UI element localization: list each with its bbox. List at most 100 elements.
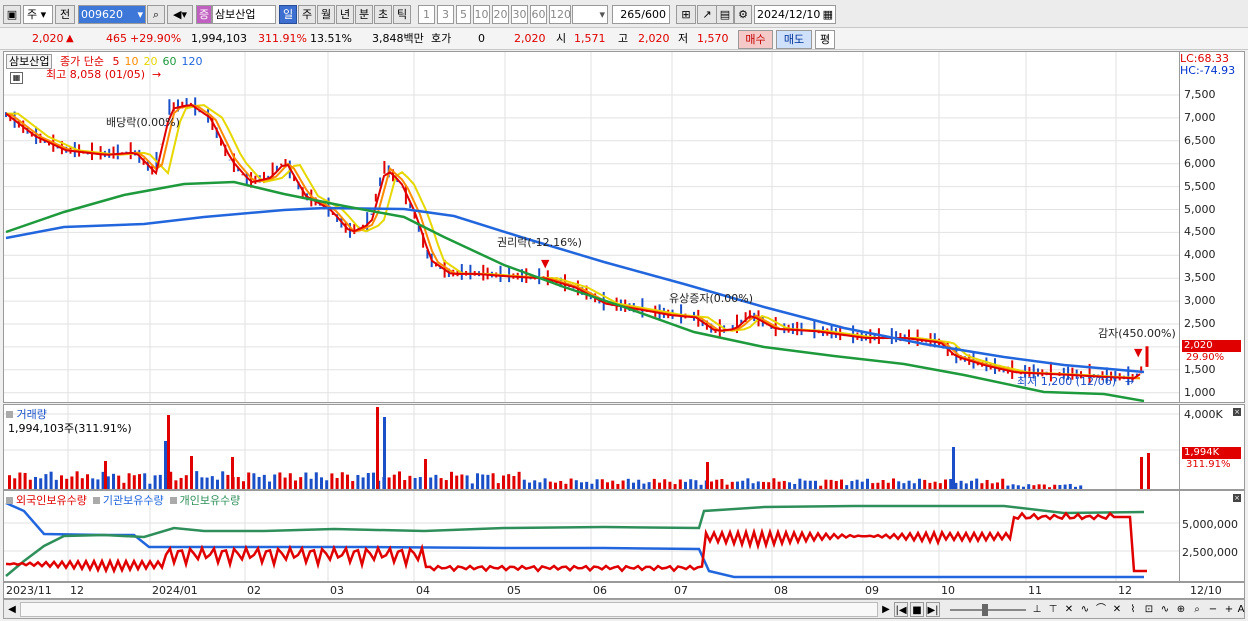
volume-bar [933,481,937,489]
price-chart-panel[interactable]: ▼ ▼ → → 최고 8,058 (01/05) 최저 1,200 (12/06) 배당락(… [3,51,1180,403]
legend-square-icon [169,497,177,504]
volume-bar [741,480,745,489]
volume-bar [632,482,635,489]
volume-bar [356,474,360,489]
period-button[interactable]: 틱 [393,5,411,24]
interval-button[interactable]: 60 [530,5,547,24]
volume-bar [1042,484,1046,489]
close-icon[interactable]: × [1233,494,1241,502]
zoom-in-icon[interactable]: ⊕ [1174,602,1188,617]
interval-button[interactable]: 1 [418,5,435,24]
volume-bar [86,474,89,489]
volume-bar [1053,484,1057,489]
volume-bar [184,475,188,489]
period-button[interactable]: 분 [355,5,373,24]
search-icon[interactable]: ⌕ [147,5,165,24]
first-icon[interactable]: |◀ [894,602,908,617]
price-chart[interactable]: ▼ ▼ → → 최고 8,058 (01/05) 최저 1,200 (12/06) 배당락(… [4,52,1179,402]
volume-panel[interactable]: 거래량 1,994,103주(311.91%) [3,404,1180,490]
grid-icon[interactable]: ▦ [10,72,23,84]
last-icon[interactable]: ▶| [926,602,940,617]
sell-button[interactable]: 매도 [776,30,812,49]
holding-legend-item[interactable]: 개인보유수량 [180,494,241,507]
minus-icon[interactable]: − [1206,602,1220,617]
interval-button[interactable]: 30 [511,5,528,24]
period-button[interactable]: 일 [279,5,297,24]
interval-button[interactable]: 120 [549,5,571,24]
font-size-icon[interactable]: A [1236,602,1246,617]
chevron-down-icon[interactable]: ▾ [137,6,143,23]
plus-icon[interactable]: + [1222,602,1236,617]
speaker-icon[interactable]: ◀▾ [167,5,193,24]
date-label: 2023/11 [6,584,52,597]
volume-last-tag: 1,994K [1182,447,1241,459]
zoom-handle[interactable] [982,604,988,616]
last-pct-tag: 29.90% [1186,352,1225,363]
tool-icon[interactable]: ⊥ [1030,602,1044,617]
buy-button[interactable]: 매수 [738,30,773,49]
price-tick: 4,500 [1184,225,1216,239]
stock-code-input[interactable]: 009620 ▾ [78,5,146,24]
volume-bar [730,481,734,489]
holding-y-axis: × 5,000,000 2,500,000 [1180,490,1245,582]
stock-name[interactable]: 삼보산업 [212,5,276,24]
volume-bar [28,479,32,489]
panel-title[interactable]: 삼보산업 [6,54,53,69]
scroll-track[interactable] [20,602,878,617]
period-button[interactable]: 주 [298,5,316,24]
interval-button[interactable]: 20 [492,5,509,24]
period-button[interactable]: 월 [317,5,335,24]
period-button[interactable]: 초 [374,5,392,24]
holding-panel[interactable]: 외국인보유수량 기관보유수량 개인보유수량 [3,490,1180,582]
scroll-right-icon[interactable]: ▶ [880,602,892,617]
volume-bar [418,477,422,489]
volume-bar [361,477,365,489]
chart-scrollbar[interactable]: ◀ ▶ |◀ ■ ▶| ⊥ ⊤ ✕ ∿ ⌒ ✕ ⌇ ⊡ ∿ ⊕ ⌕ − + A [3,599,1245,619]
holding-legend-item[interactable]: 외국인보유수량 [16,494,87,507]
ma-legend-item[interactable]: 10 [124,55,138,68]
prev-button[interactable]: 전 [55,5,75,24]
volume-chart[interactable] [4,405,1179,489]
close-icon[interactable]: × [1233,408,1241,416]
zoom-out-icon[interactable]: ⌕ [1190,602,1204,617]
save-icon[interactable]: ▤ [716,5,734,24]
layout-icon[interactable]: ▣ [3,5,21,24]
turnover-pct: 13.51% [310,32,352,45]
volume-bar [96,479,100,489]
date-input[interactable]: 2024/12/10 ▦ [754,5,836,24]
tool-icon[interactable]: ⌒ [1094,602,1108,617]
period-button[interactable]: 년 [336,5,354,24]
zoom-slider[interactable] [950,609,1026,611]
interval-button[interactable]: 5 [456,5,471,24]
low-label: 저 [678,32,689,45]
volume-bar [788,482,791,489]
calendar-icon[interactable]: ▦ [823,6,833,23]
holding-legend-item[interactable]: 기관보유수량 [103,494,164,507]
scroll-left-icon[interactable]: ◀ [6,602,18,617]
interval-button[interactable]: 10 [473,5,490,24]
tool-icon[interactable]: ∿ [1158,602,1172,617]
tool-icon[interactable]: ✕ [1062,602,1076,617]
ma-legend-item[interactable]: 20 [143,55,157,68]
market-select[interactable]: 주 ▾ [23,5,53,24]
gear-icon[interactable]: ⚙ [734,5,752,24]
interval-dropdown[interactable]: ▾ [572,5,608,24]
tool-icon[interactable]: ✕ [1110,602,1124,617]
tool-icon[interactable]: ⌇ [1126,602,1140,617]
tool-icon[interactable]: ⊤ [1046,602,1060,617]
low-price: 1,570 [697,32,729,45]
ma-legend-item[interactable]: 60 [162,55,176,68]
volume-bar [1147,453,1150,489]
volume-bar [970,480,973,489]
ma-legend-item[interactable]: 120 [181,55,202,68]
tool-icon[interactable]: ∿ [1078,602,1092,617]
stop-icon[interactable]: ■ [910,602,924,617]
eval-button[interactable]: 평 [815,30,835,49]
interval-button[interactable]: 3 [437,5,454,24]
crosshair-icon[interactable]: ⊞ [676,5,696,24]
volume-bar [1048,487,1051,489]
tool-icon[interactable]: ⊡ [1142,602,1156,617]
draw-icon[interactable]: ↗ [697,5,717,24]
count-input[interactable]: 265/600 [612,5,670,24]
ma-legend-item[interactable]: 5 [112,55,119,68]
